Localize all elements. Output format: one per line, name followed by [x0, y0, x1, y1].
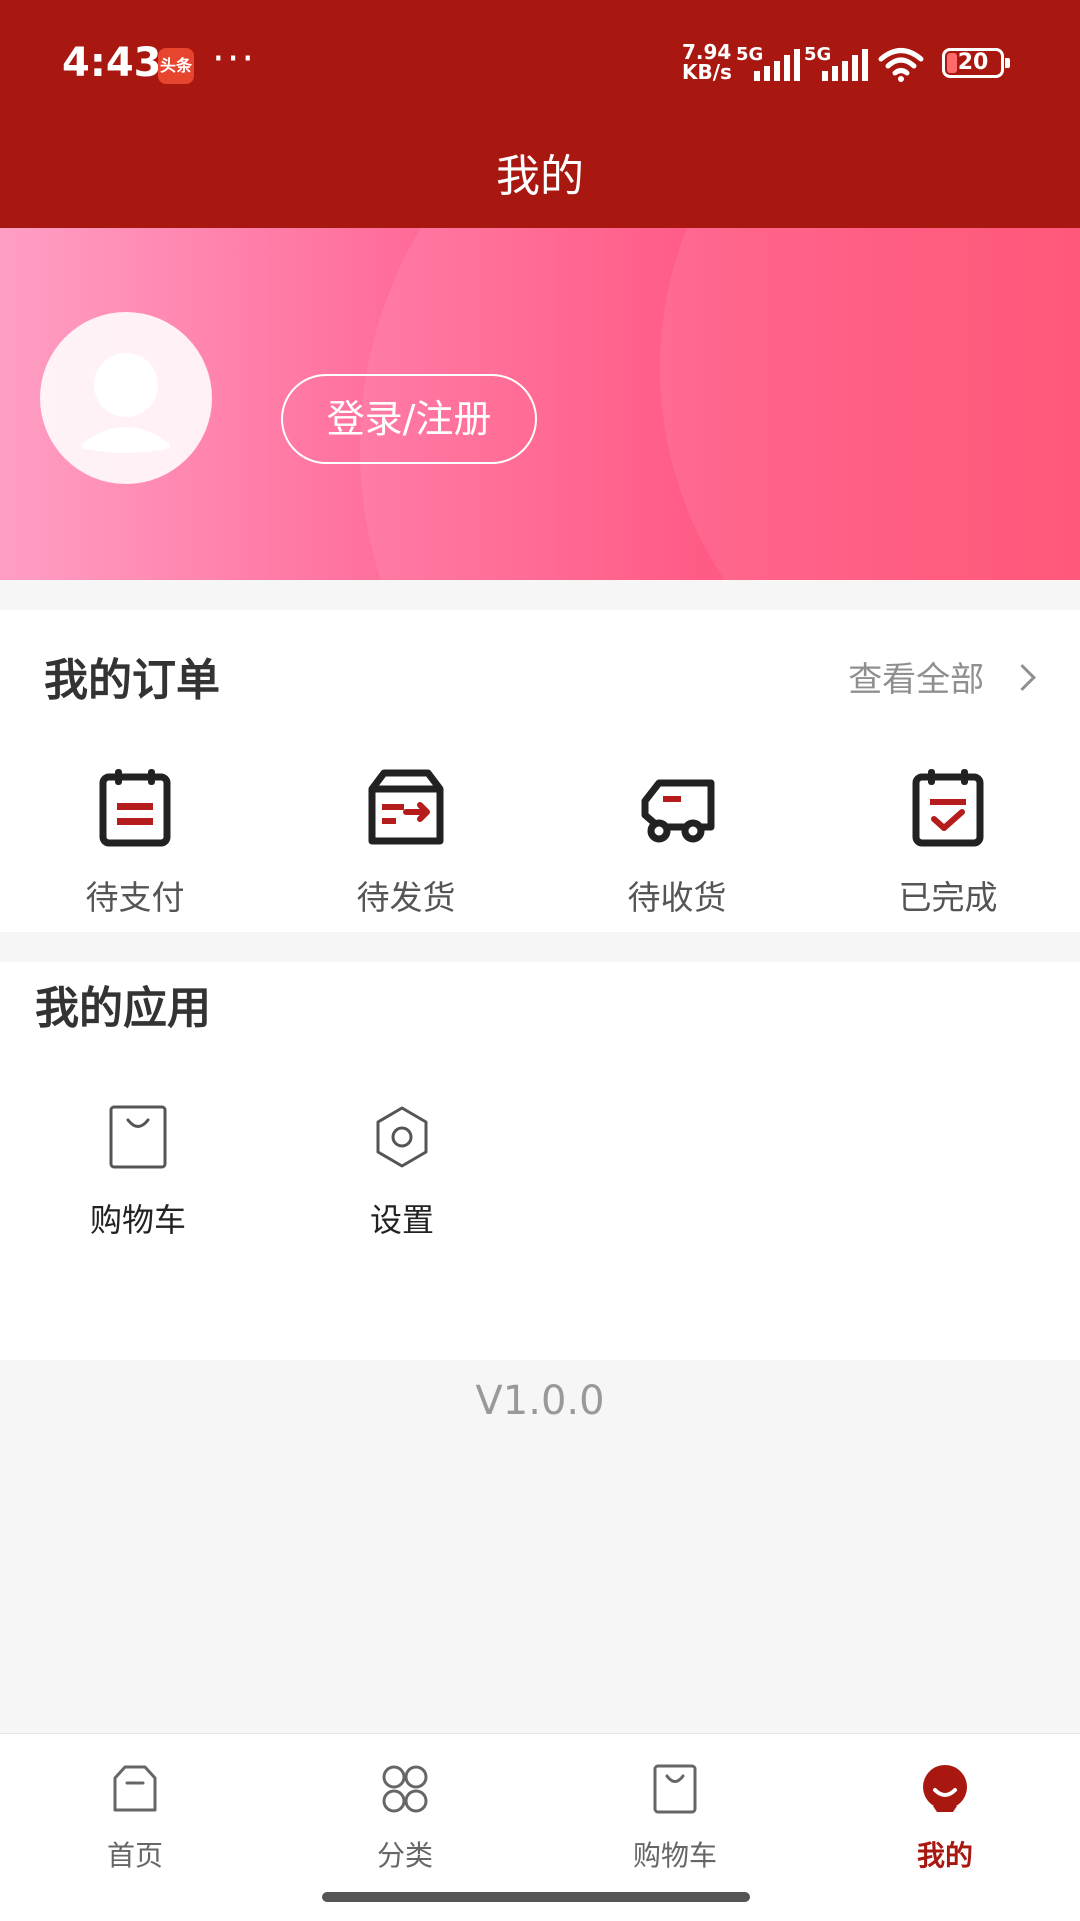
tab-label-profile: 我的 — [916, 1839, 973, 1872]
app-label-shopping-cart: 购物车 — [89, 1201, 186, 1239]
apps-card: 我的应用 购物车 设置 — [0, 962, 1080, 1360]
apps-title: 我的应用 — [35, 983, 211, 1034]
orders-card: 我的订单 查看全部 待支付 待发货 待收货 已完成 — [0, 610, 1080, 932]
app-item-shopping-cart[interactable]: 购物车 — [43, 1103, 233, 1241]
order-item-pending-payment[interactable]: 待支付 — [35, 765, 235, 919]
order-item-pending-receipt[interactable]: 待收货 — [577, 765, 777, 919]
page-title: 我的 — [496, 151, 584, 202]
order-item-completed[interactable]: 已完成 — [848, 765, 1048, 919]
view-all-orders-link[interactable]: 查看全部 — [848, 652, 1036, 701]
tab-category[interactable]: 分类 — [330, 1762, 480, 1874]
category-icon — [382, 1765, 428, 1813]
user-icon — [82, 353, 170, 453]
tab-cart[interactable]: 购物车 — [600, 1762, 750, 1874]
pending-shipment-icon — [368, 769, 444, 845]
profile-icon — [923, 1765, 967, 1812]
battery-icon: 20 — [942, 48, 1010, 78]
network-label-2: 5G — [804, 44, 832, 65]
order-item-pending-shipment[interactable]: 待发货 — [306, 765, 506, 919]
status-time: 4:43 — [62, 40, 162, 86]
pending-payment-icon — [99, 769, 171, 847]
completed-calendar-icon — [912, 769, 984, 847]
order-label-pending-payment: 待支付 — [85, 878, 185, 917]
network-speed-value: 7.94 — [682, 40, 732, 64]
delivery-truck-icon — [641, 779, 715, 843]
toutiao-app-icon: 头条 — [158, 48, 194, 84]
tab-profile[interactable]: 我的 — [870, 1762, 1020, 1874]
settings-icon — [376, 1106, 428, 1168]
wifi-icon — [878, 48, 924, 82]
battery-level: 20 — [957, 50, 989, 75]
profile-banner: 登录/注册 — [0, 228, 1080, 580]
network-speed-unit: KB/s — [682, 60, 732, 84]
chevron-right-icon — [1009, 664, 1036, 691]
network-speed: 7.94 KB/s — [682, 42, 732, 82]
app-item-settings[interactable]: 设置 — [307, 1103, 497, 1241]
tab-label-cart: 购物车 — [632, 1839, 717, 1872]
home-indicator[interactable] — [322, 1892, 750, 1902]
tab-home[interactable]: 首页 — [60, 1762, 210, 1874]
cart-icon — [653, 1764, 697, 1814]
network-label-1: 5G — [736, 44, 764, 65]
banner-decoration-circle — [660, 228, 1080, 580]
tab-label-category: 分类 — [376, 1839, 433, 1872]
home-icon — [113, 1765, 157, 1812]
shopping-bag-icon — [109, 1105, 167, 1169]
login-register-button[interactable]: 登录/注册 — [281, 374, 537, 464]
top-navigation-bar: 我的 — [0, 124, 1080, 228]
order-label-completed: 已完成 — [898, 878, 998, 917]
order-label-pending-shipment: 待发货 — [356, 878, 456, 917]
more-status-icon: ··· — [212, 36, 257, 82]
app-label-settings: 设置 — [369, 1201, 434, 1239]
status-bar: 4:43 头条 ··· 7.94 KB/s 5G 5G 20 — [0, 0, 1080, 124]
app-version: V1.0.0 — [475, 1378, 605, 1424]
view-all-label: 查看全部 — [848, 660, 985, 700]
avatar[interactable] — [40, 312, 212, 484]
tab-label-home: 首页 — [106, 1839, 163, 1872]
order-label-pending-receipt: 待收货 — [627, 878, 727, 917]
orders-title: 我的订单 — [44, 655, 220, 706]
